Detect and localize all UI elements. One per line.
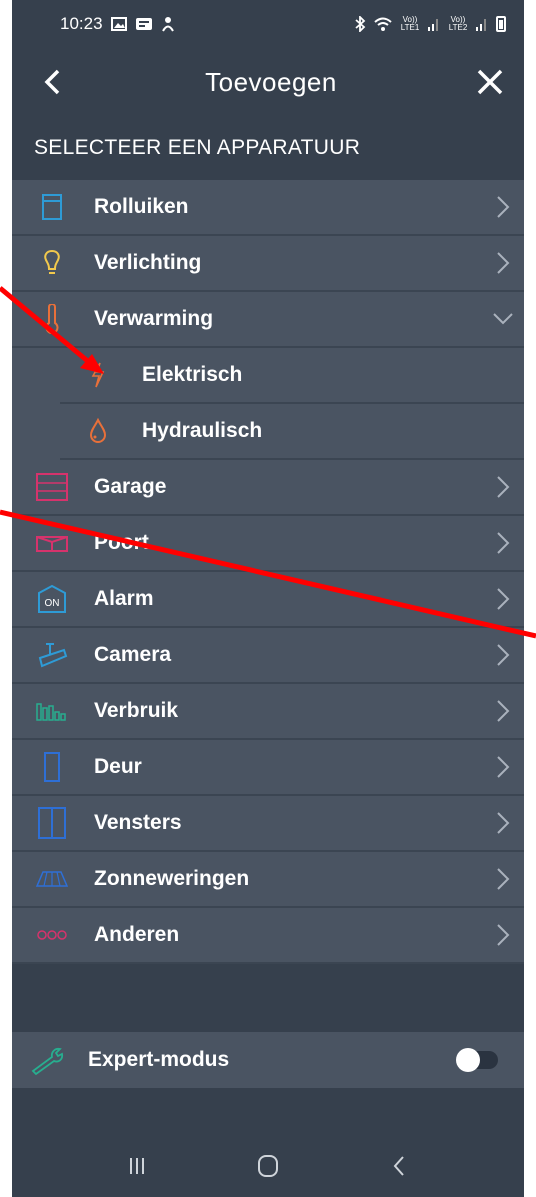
wifi-icon <box>374 17 392 31</box>
water-drop-icon <box>80 413 116 449</box>
status-time: 10:23 <box>60 14 103 33</box>
device-item-alarm[interactable]: ON Alarm <box>12 572 524 628</box>
chevron-right-icon <box>488 528 518 558</box>
expert-mode-label: Expert-modus <box>88 1048 230 1071</box>
recents-icon <box>130 1158 145 1174</box>
chevron-right-icon <box>488 248 518 278</box>
chevron-right-icon <box>488 920 518 950</box>
chevron-down-icon <box>488 304 518 334</box>
device-label: Verwarming <box>94 307 214 330</box>
device-label: Deur <box>94 755 142 778</box>
device-label: Camera <box>94 643 172 666</box>
device-list: Rolluiken Verlichting Verwarming Elektri… <box>12 180 524 964</box>
gate-icon <box>34 525 70 561</box>
chevron-right-icon <box>488 192 518 222</box>
gesture-icon <box>161 17 174 32</box>
expert-mode-toggle[interactable] <box>456 1048 498 1072</box>
header: Toevoegen <box>12 48 524 116</box>
chevron-right-icon <box>488 752 518 782</box>
close-icon <box>477 69 503 95</box>
window-icon <box>34 805 70 841</box>
signal-lte1-icon <box>428 19 438 31</box>
image-icon <box>110 17 127 31</box>
phone-screen: 10:23 Vo)) LTE1 Vo)) LTE2 Toevoegen SELE… <box>12 0 524 1197</box>
spacer <box>12 964 524 1032</box>
others-icon <box>34 917 70 953</box>
chevron-right-icon <box>488 696 518 726</box>
battery-icon <box>496 16 506 32</box>
chevron-right-icon <box>488 808 518 838</box>
recents-button[interactable] <box>117 1146 157 1186</box>
device-item-verbruik[interactable]: Verbruik <box>12 684 524 740</box>
home-button[interactable] <box>248 1146 288 1186</box>
garage-icon <box>34 469 70 505</box>
device-item-deur[interactable]: Deur <box>12 740 524 796</box>
device-item-rolluiken[interactable]: Rolluiken <box>12 180 524 236</box>
device-label: Poort <box>94 531 149 554</box>
device-label: Hydraulisch <box>142 419 263 442</box>
awning-icon <box>34 861 70 897</box>
signal-lte2-icon <box>476 19 486 31</box>
device-item-garage[interactable]: Garage <box>12 460 524 516</box>
toggle-knob <box>456 1048 480 1072</box>
door-icon <box>34 749 70 785</box>
notification-icon <box>135 18 152 30</box>
device-label: Vensters <box>94 811 182 834</box>
home-icon <box>257 1155 278 1177</box>
section-title: SELECTEER EEN APPARATUUR <box>34 136 361 159</box>
chevron-right-icon <box>488 472 518 502</box>
device-label: Verlichting <box>94 251 202 274</box>
status-right: Vo)) LTE1 Vo)) LTE2 <box>354 16 506 32</box>
device-item-anderen[interactable]: Anderen <box>12 908 524 964</box>
status-left: 10:23 <box>60 14 175 34</box>
device-item-vensters[interactable]: Vensters <box>12 796 524 852</box>
back-icon <box>393 1156 404 1176</box>
camera-icon <box>34 637 70 673</box>
nav-back-button[interactable] <box>379 1146 419 1186</box>
expert-mode-row[interactable]: Expert-modus <box>12 1032 524 1088</box>
device-label: Rolluiken <box>94 195 189 218</box>
device-item-verlichting[interactable]: Verlichting <box>12 236 524 292</box>
device-label: Zonneweringen <box>94 867 250 890</box>
thermometer-icon <box>34 301 70 337</box>
chevron-right-icon <box>488 640 518 670</box>
device-label: Garage <box>94 475 167 498</box>
system-nav-bar <box>12 1135 524 1197</box>
page-title: Toevoegen <box>205 66 337 97</box>
chevron-left-icon <box>44 69 60 95</box>
back-button[interactable] <box>34 64 70 100</box>
bluetooth-icon <box>355 16 366 32</box>
device-subitem-elektrisch[interactable]: Elektrisch <box>60 348 524 404</box>
device-label: Elektrisch <box>142 363 243 386</box>
signal-lte1-label: Vo)) LTE1 <box>400 15 420 32</box>
wrench-icon <box>30 1042 70 1078</box>
device-label: Verbruik <box>94 699 179 722</box>
consumption-icon <box>34 693 70 729</box>
device-label: Alarm <box>94 587 154 610</box>
device-item-zonneweringen[interactable]: Zonneweringen <box>12 852 524 908</box>
close-button[interactable] <box>472 64 508 100</box>
device-label: Anderen <box>94 923 180 946</box>
device-item-verwarming[interactable]: Verwarming <box>12 292 524 348</box>
chevron-right-icon <box>488 864 518 894</box>
signal-lte2-label: Vo)) LTE2 <box>448 15 468 32</box>
status-bar: 10:23 Vo)) LTE1 Vo)) LTE2 <box>12 0 524 48</box>
shutter-icon <box>34 189 70 225</box>
device-item-camera[interactable]: Camera <box>12 628 524 684</box>
alarm-icon: ON <box>34 581 70 617</box>
alarm-icon-text: ON <box>45 598 60 609</box>
device-subitem-hydraulisch[interactable]: Hydraulisch <box>60 404 524 460</box>
lightbulb-icon <box>34 245 70 281</box>
device-item-poort[interactable]: Poort <box>12 516 524 572</box>
chevron-right-icon <box>488 584 518 614</box>
lightning-icon <box>80 357 116 393</box>
